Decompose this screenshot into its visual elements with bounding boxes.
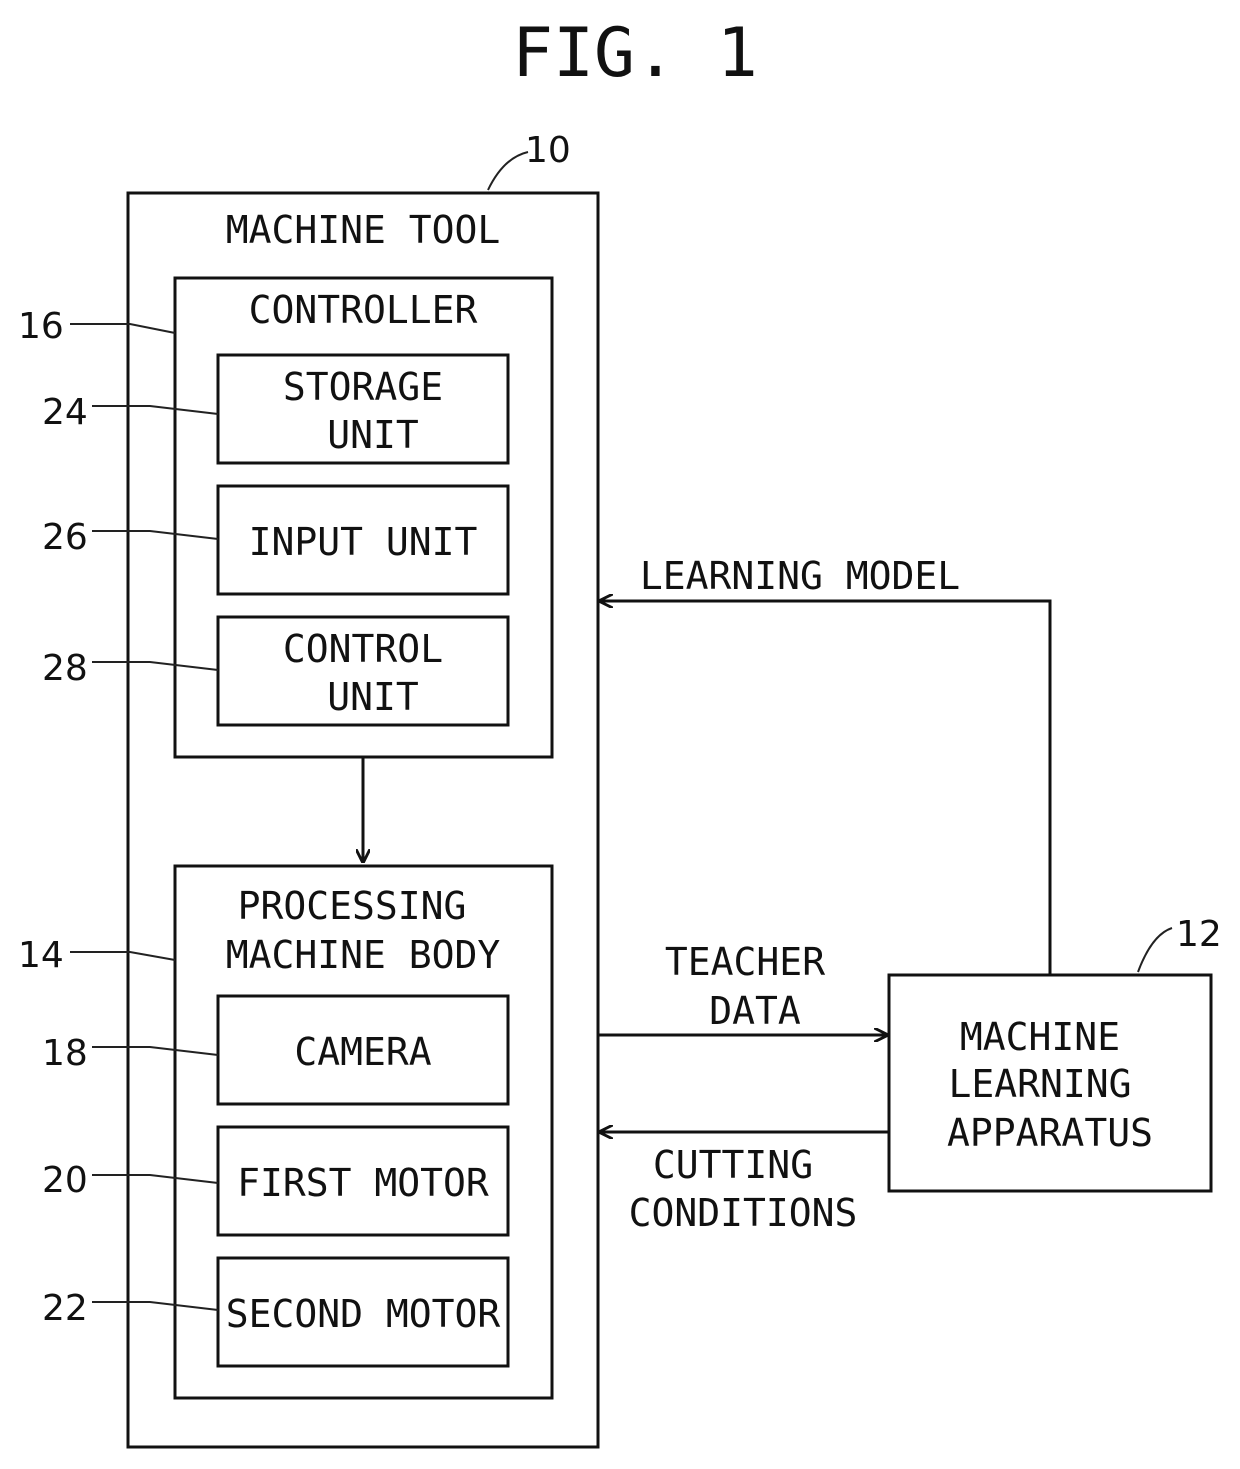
leader-14 (70, 951, 176, 961)
ml-apparatus-label-2: LEARNING (948, 1062, 1131, 1106)
cutting-conditions-label-2: CONDITIONS (629, 1191, 858, 1235)
block-diagram: FIG. 1 MACHINE TOOL 10 CONTROLLER 16 STO… (18, 14, 1222, 1449)
leader-10 (487, 151, 529, 191)
ref-20: 20 (42, 1160, 88, 1201)
ml-apparatus-label-3: APPARATUS (947, 1111, 1153, 1155)
ref-18: 18 (42, 1033, 88, 1074)
leader-20 (92, 1174, 219, 1184)
teacher-data-label-2: DATA (709, 989, 801, 1033)
ml-apparatus-label-1: MACHINE (960, 1015, 1120, 1059)
leader-16 (70, 323, 176, 334)
ref-10: 10 (525, 130, 571, 171)
cutting-conditions-label-1: CUTTING (653, 1143, 813, 1187)
storage-unit-label-1: STORAGE (283, 365, 443, 409)
processing-body-label-2: MACHINE BODY (226, 933, 501, 977)
control-unit-label-2: UNIT (327, 675, 419, 719)
teacher-data-label-1: TEACHER (665, 940, 825, 984)
ref-28: 28 (42, 648, 88, 689)
first-motor-label: FIRST MOTOR (237, 1161, 489, 1205)
camera-label: CAMERA (294, 1030, 431, 1074)
leader-22 (92, 1301, 219, 1311)
leader-12 (1137, 927, 1173, 973)
ref-14: 14 (18, 935, 64, 976)
leader-26 (92, 530, 219, 540)
arrow-learning-model (600, 601, 1052, 975)
leader-24 (92, 405, 219, 415)
learning-model-label: LEARNING MODEL (640, 554, 960, 598)
processing-body-label-1: PROCESSING (238, 884, 467, 928)
figure-title: FIG. 1 (512, 14, 758, 93)
ref-22: 22 (42, 1288, 88, 1329)
ref-24: 24 (42, 392, 88, 433)
ref-12: 12 (1176, 914, 1222, 955)
input-unit-label: INPUT UNIT (249, 520, 478, 564)
second-motor-label: SECOND MOTOR (226, 1292, 501, 1336)
leader-18 (92, 1046, 219, 1056)
control-unit-label-1: CONTROL (283, 627, 443, 671)
ref-16: 16 (18, 306, 64, 347)
controller-label: CONTROLLER (249, 288, 478, 332)
machine-tool-label: MACHINE TOOL (226, 208, 501, 252)
storage-unit-label-2: UNIT (327, 413, 419, 457)
leader-28 (92, 661, 219, 671)
ref-26: 26 (42, 517, 88, 558)
